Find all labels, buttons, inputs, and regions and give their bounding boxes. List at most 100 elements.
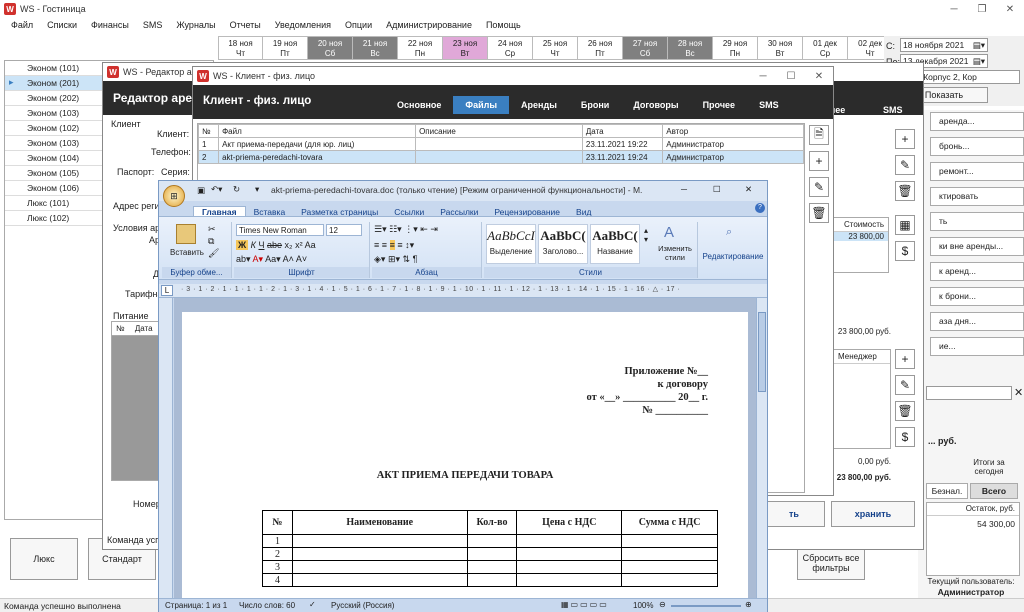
customize-qat-icon[interactable]: ▾ <box>255 184 259 195</box>
add-icon[interactable]: + <box>895 129 915 149</box>
style-option[interactable]: AaBbCcI Выделение <box>486 224 536 264</box>
save-icon[interactable]: ▣ <box>197 185 205 196</box>
right-action-button[interactable]: ть <box>930 212 1024 231</box>
right-action-button[interactable]: ктировать <box>930 187 1024 206</box>
rental-save-button-a[interactable]: ть <box>763 501 825 527</box>
copy-icon[interactable]: ⧉ <box>208 236 214 247</box>
close-icon[interactable]: ✕ <box>805 71 833 82</box>
rental-save-button-b[interactable]: хранить <box>831 501 915 527</box>
decrease-indent-icon[interactable]: ⇤ <box>420 224 428 234</box>
vertical-scrollbar[interactable] <box>756 298 767 598</box>
style-option[interactable]: AaBbC(Название <box>590 224 640 264</box>
change-styles-button[interactable]: Изменить стили <box>652 244 698 262</box>
right-action-button[interactable]: к брони... <box>930 287 1024 306</box>
minimize-icon[interactable]: ─ <box>940 4 968 15</box>
menu-item-1[interactable]: Списки <box>40 20 84 30</box>
superscript-icon[interactable]: x² <box>295 240 303 250</box>
format-painter-icon[interactable]: 🖌 <box>208 248 219 259</box>
clear-format-icon[interactable]: Aa <box>305 240 316 250</box>
menu-item-0[interactable]: Файл <box>4 20 40 30</box>
filter-lux-button[interactable]: Люкс <box>10 538 78 580</box>
right-search-input[interactable] <box>926 386 1012 400</box>
edit-icon[interactable]: ✎ <box>809 177 829 197</box>
zoom-slider[interactable] <box>671 605 741 607</box>
menu-item-3[interactable]: SMS <box>136 20 170 30</box>
menu-item-4[interactable]: Журналы <box>169 20 222 30</box>
maximize-icon[interactable]: ❐ <box>968 4 996 15</box>
date-column-header[interactable]: 18 ноя Чт <box>218 36 263 60</box>
strikethrough-icon[interactable]: abe <box>267 240 282 250</box>
delete-icon[interactable]: 🗑 <box>895 401 915 421</box>
client-tab[interactable]: Брони <box>569 96 621 114</box>
rental-tab-sms[interactable]: SMS <box>883 93 903 127</box>
multilevel-list-icon[interactable]: ⋮▾ <box>404 224 418 234</box>
calculator-icon[interactable]: ▦ <box>895 215 915 235</box>
files-column-header[interactable]: Описание <box>415 124 583 138</box>
date-column-header[interactable]: 30 ноя Вт <box>758 36 803 60</box>
justify-icon[interactable]: ≡ <box>397 240 402 250</box>
style-option[interactable]: AaBbC(Заголово... <box>538 224 588 264</box>
shading-icon[interactable]: ◈▾ <box>374 254 385 264</box>
minimize-icon[interactable]: ─ <box>681 184 687 194</box>
borders-icon[interactable]: ⊞▾ <box>388 254 400 264</box>
menu-item-9[interactable]: Помощь <box>479 20 528 30</box>
calendar-icon[interactable]: ▤▾ <box>973 55 985 67</box>
font-color-icon[interactable]: A▾ <box>253 254 264 264</box>
files-column-header[interactable]: Дата <box>581 124 664 138</box>
client-tab[interactable]: SMS <box>747 96 791 114</box>
add-icon[interactable]: + <box>895 349 915 369</box>
underline-icon[interactable]: Ч <box>258 240 264 250</box>
tab-cashless[interactable]: Безнал. <box>926 483 968 499</box>
menu-item-8[interactable]: Администрирование <box>379 20 479 30</box>
grow-font-icon[interactable]: A˄ <box>283 254 294 264</box>
date-column-header[interactable]: 28 ноя Вс <box>668 36 713 60</box>
font-name-select[interactable]: Times New Roman <box>236 224 324 236</box>
bold-icon[interactable]: Ж <box>236 240 249 250</box>
spellcheck-icon[interactable]: ✓ <box>309 600 316 609</box>
find-icon[interactable]: ⌕ <box>726 226 732 239</box>
document-page[interactable]: Приложение №__ к договору от «__» ______… <box>182 312 748 598</box>
from-date-picker[interactable]: 18 ноября 2021 ▤▾ <box>900 38 988 52</box>
date-column-header[interactable]: 23 ноя Вт <box>443 36 488 60</box>
zoom-level[interactable]: 100% <box>633 601 653 610</box>
increase-indent-icon[interactable]: ⇥ <box>430 224 438 234</box>
edit-icon[interactable]: ✎ <box>895 155 915 175</box>
highlight-icon[interactable]: ab▾ <box>236 254 251 264</box>
line-spacing-icon[interactable]: ↕▾ <box>405 240 414 250</box>
right-action-button[interactable]: аза дня... <box>930 312 1024 331</box>
sort-icon[interactable]: ⇅ <box>403 254 411 264</box>
cut-icon[interactable]: ✂ <box>208 224 216 235</box>
align-right-icon[interactable]: ≡ <box>389 240 395 250</box>
bullets-icon[interactable]: ☰▾ <box>374 224 387 234</box>
scroll-thumb[interactable] <box>758 312 766 392</box>
client-tab[interactable]: Файлы <box>453 96 510 114</box>
menu-item-6[interactable]: Уведомления <box>268 20 338 30</box>
dollar-icon[interactable]: $ <box>895 241 915 261</box>
clear-search-icon[interactable]: ✕ <box>1014 386 1023 399</box>
right-action-button[interactable]: к аренд... <box>930 262 1024 281</box>
show-marks-icon[interactable]: ¶ <box>413 254 418 264</box>
delete-icon[interactable]: 🗑 <box>809 203 829 223</box>
calendar-icon[interactable]: ▤▾ <box>973 39 985 51</box>
close-icon[interactable]: ✕ <box>996 4 1024 15</box>
italic-icon[interactable]: К <box>251 240 256 250</box>
right-action-button[interactable]: бронь... <box>930 137 1024 156</box>
maximize-icon[interactable]: ☐ <box>713 184 721 195</box>
change-styles-icon[interactable]: A <box>664 224 674 241</box>
language[interactable]: Русский (Россия) <box>331 601 394 610</box>
editing-button[interactable]: Редактирование <box>700 252 766 261</box>
undo-icon[interactable]: ↶▾ <box>211 184 222 195</box>
minimize-icon[interactable]: ─ <box>749 71 777 82</box>
paste-button[interactable]: Вставить <box>170 248 204 257</box>
menu-item-2[interactable]: Финансы <box>84 20 136 30</box>
tab-total[interactable]: Всего <box>970 483 1018 499</box>
date-column-header[interactable]: 21 ноя Вс <box>353 36 398 60</box>
paste-icon[interactable] <box>176 224 196 244</box>
date-column-header[interactable]: 22 ноя Пн <box>398 36 443 60</box>
date-column-header[interactable]: 19 ноя Пт <box>263 36 308 60</box>
right-action-button[interactable]: ремонт... <box>930 162 1024 181</box>
delete-icon[interactable]: 🗑 <box>895 181 915 201</box>
date-column-header[interactable]: 20 ноя Сб <box>308 36 353 60</box>
redo-icon[interactable]: ↻ <box>233 184 240 195</box>
subscript-icon[interactable]: x₂ <box>285 240 293 250</box>
